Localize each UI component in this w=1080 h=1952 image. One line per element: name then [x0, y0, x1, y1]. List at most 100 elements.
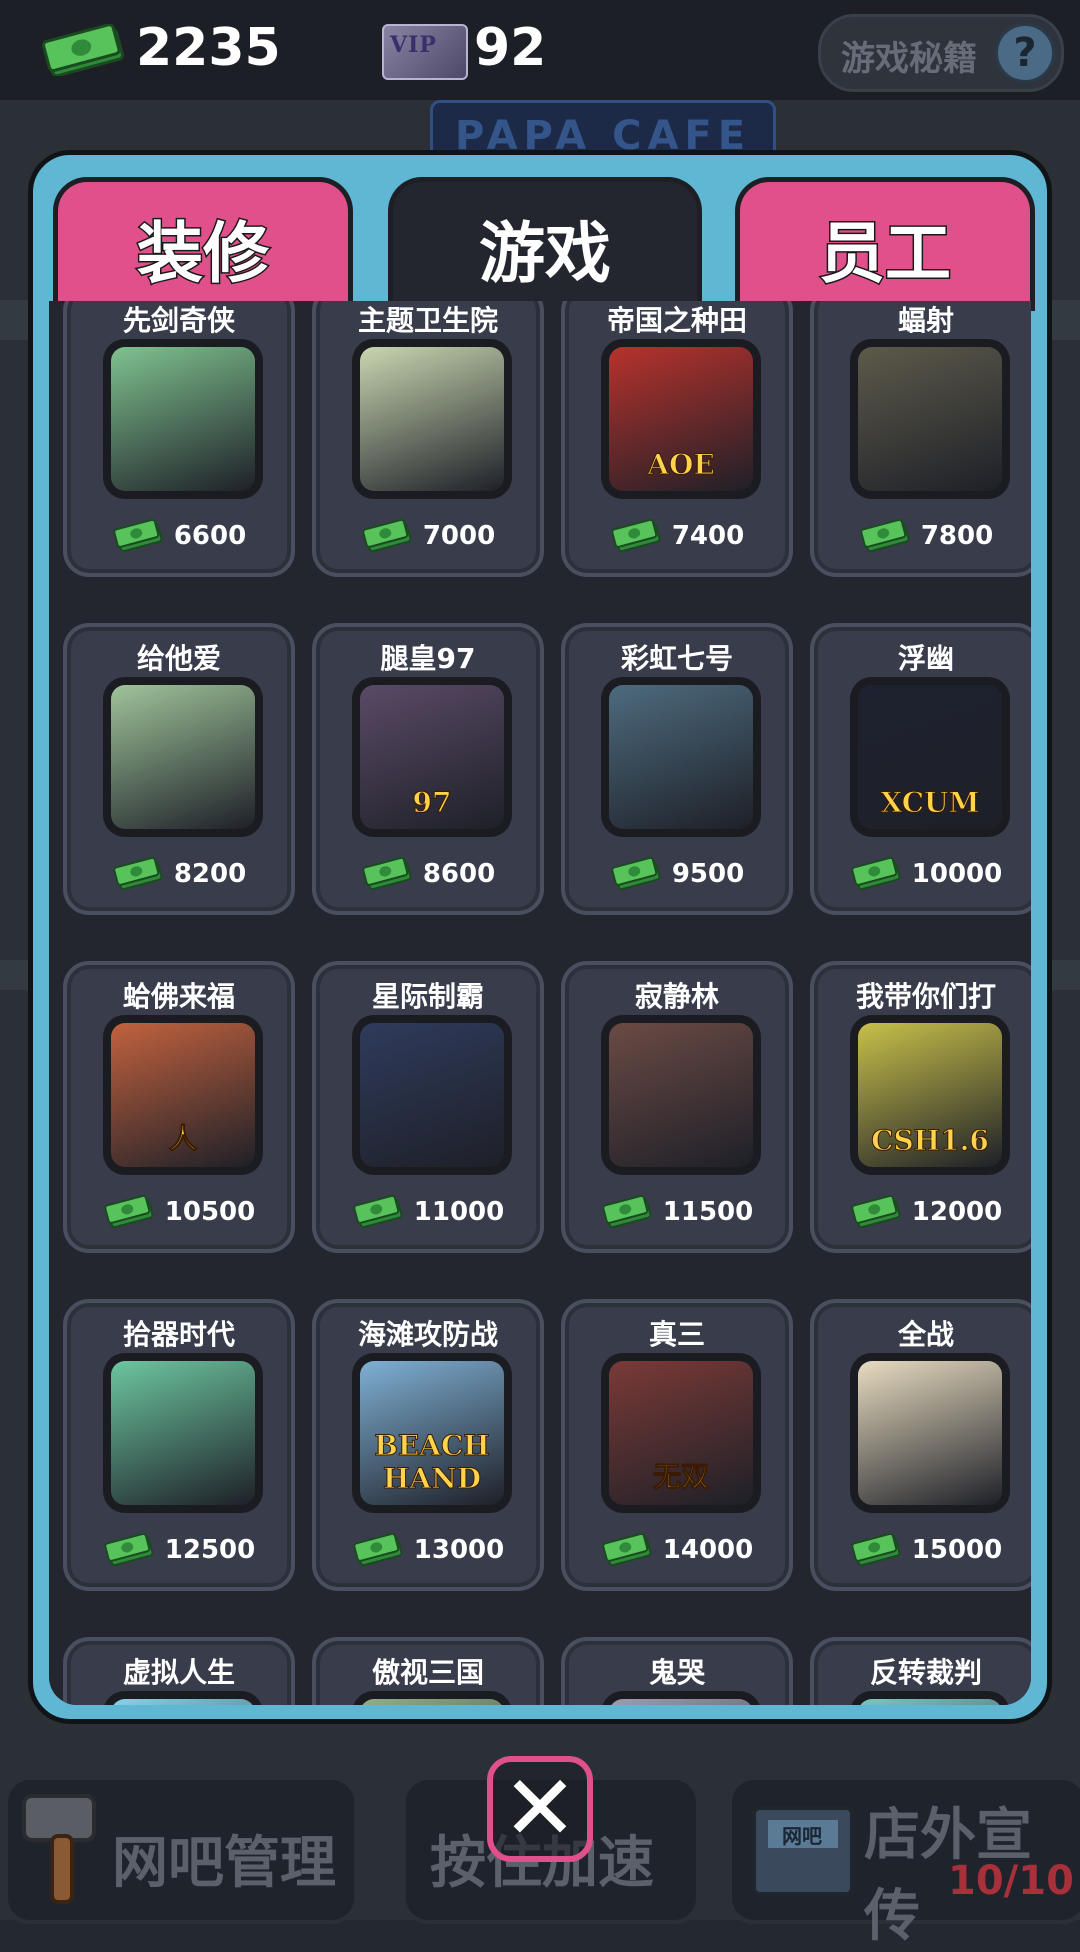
game-icon-frame	[352, 339, 512, 499]
beach-tank-icon: BEACH HAND	[360, 1361, 504, 1505]
game-card[interactable]: 星际制霸 11000	[312, 961, 544, 1253]
cash-balance: 2235	[136, 18, 281, 78]
game-card[interactable]: 帝国之种田 AOE 7400	[561, 301, 793, 577]
question-icon: ?	[995, 23, 1055, 83]
game-price: 10500	[67, 1194, 291, 1235]
game-icon-frame: BEACH HAND	[352, 1353, 512, 1513]
game-price: 8200	[67, 856, 291, 897]
game-card[interactable]: 虚拟人生	[63, 1637, 295, 1705]
game-icon-frame	[850, 339, 1010, 499]
game-card[interactable]: 给他爱 8200	[63, 623, 295, 915]
partial-icon	[360, 1699, 504, 1705]
game-title: 彩虹七号	[620, 642, 733, 675]
game-card[interactable]: 浮幽 XCUM 10000	[810, 623, 1031, 915]
game-title: 海滩攻防战	[357, 1318, 498, 1351]
game-title: 蝠射	[897, 304, 954, 337]
game-icon-frame: 97	[352, 677, 512, 837]
game-title: 鬼哭	[648, 1656, 705, 1689]
icon-art-text: 97	[412, 786, 452, 820]
game-price: 12500	[67, 1532, 291, 1573]
cash-icon	[112, 518, 164, 553]
game-icon-frame	[352, 1015, 512, 1175]
game-price-value: 11500	[662, 1197, 754, 1227]
icon-art-text: 无双	[652, 1460, 709, 1494]
partial-icon	[858, 1699, 1002, 1705]
game-card[interactable]: 傲视三国	[312, 1637, 544, 1705]
game-guide-label: 游戏秘籍	[841, 39, 977, 79]
game-card[interactable]: 反转裁判	[810, 1637, 1031, 1705]
game-card[interactable]: 真三 无双 14000	[561, 1299, 793, 1591]
vip-badge-text: VIP	[390, 32, 437, 58]
game-price: 10000	[814, 856, 1031, 897]
king-aoe-icon: AOE	[609, 347, 753, 491]
game-price: 11500	[565, 1194, 789, 1235]
partial-icon	[609, 1699, 753, 1705]
cash-icon	[850, 1532, 902, 1567]
game-card[interactable]: 我带你们打 CSH1.6 12000	[810, 961, 1031, 1253]
tab-label: 游戏	[479, 215, 611, 292]
game-card[interactable]: 主题卫生院 7000	[312, 301, 544, 577]
game-card[interactable]: 蛤佛来福人 10500	[63, 961, 295, 1253]
cash-icon	[352, 1532, 404, 1567]
cash-icon	[352, 1194, 404, 1229]
game-icon-frame	[352, 1691, 512, 1705]
icon-art-text: 人	[168, 1122, 197, 1156]
game-icon-frame	[601, 1015, 761, 1175]
game-card[interactable]: 腿皇97 97 8600	[312, 623, 544, 915]
game-card[interactable]: 寂静林 11500	[561, 961, 793, 1253]
girl-portrait-icon	[111, 347, 255, 491]
game-icon-frame: XCUM	[850, 677, 1010, 837]
close-button[interactable]: ✕	[487, 1756, 593, 1862]
caveman-girl-icon	[111, 1361, 255, 1505]
game-card[interactable]: 鬼哭	[561, 1637, 793, 1705]
cash-icon	[103, 1194, 155, 1229]
game-title: 蛤佛来福	[122, 980, 235, 1013]
screaming-cat-icon	[111, 685, 255, 829]
game-icon-frame	[601, 677, 761, 837]
game-price: 11000	[316, 1194, 540, 1235]
soldier-helmet-icon	[609, 685, 753, 829]
cafe-manage-label: 网吧管理	[112, 1831, 336, 1896]
fist-97-icon: 97	[360, 685, 504, 829]
vip-badge: VIP	[382, 24, 468, 80]
game-card[interactable]: 海滩攻防战 BEACH HAND 13000	[312, 1299, 544, 1591]
top-bar: 2235 VIP 92 游戏秘籍 ?	[0, 0, 1080, 100]
cash-icon	[859, 518, 911, 553]
close-icon: ✕	[502, 1756, 578, 1861]
game-grid[interactable]: 先剑奇侠 6600 主题卫生院 7000 帝国之种田 AOE 7400 蝠射 7800 给他爱 82…	[49, 301, 1031, 1705]
alien-xcum-icon: XCUM	[858, 685, 1002, 829]
cash-icon	[601, 1194, 653, 1229]
cash-icon	[601, 1532, 653, 1567]
promotion-count: 10/10	[948, 1858, 1074, 1904]
game-price-value: 13000	[413, 1535, 505, 1565]
game-title: 帝国之种田	[606, 304, 747, 337]
ren-symbol-icon: 人	[111, 1023, 255, 1167]
tab-decoration[interactable]: 装修	[53, 177, 353, 311]
game-icon-frame	[601, 1691, 761, 1705]
game-card[interactable]: 蝠射 7800	[810, 301, 1031, 577]
game-icon-frame: AOE	[601, 339, 761, 499]
game-card[interactable]: 拾器时代 12500	[63, 1299, 295, 1591]
game-card[interactable]: 彩虹七号 9500	[561, 623, 793, 915]
tab-games[interactable]: 游戏	[388, 177, 702, 311]
icon-art-text: BEACH HAND	[374, 1429, 490, 1496]
game-title: 主题卫生院	[357, 304, 498, 337]
game-price-value: 11000	[413, 1197, 505, 1227]
game-icon-frame	[850, 1353, 1010, 1513]
tab-label: 装修	[136, 214, 271, 294]
game-title: 全战	[897, 1318, 954, 1351]
game-icon-frame	[103, 339, 263, 499]
game-card[interactable]: 先剑奇侠 6600	[63, 301, 295, 577]
game-card[interactable]: 全战 15000	[810, 1299, 1031, 1591]
game-title: 真三	[648, 1318, 705, 1351]
game-title: 给他爱	[136, 642, 221, 675]
game-price: 12000	[814, 1194, 1031, 1235]
game-price-value: 7000	[422, 521, 496, 551]
cs-terrorist-icon: CSH1.6	[858, 1023, 1002, 1167]
game-price: 7400	[565, 518, 789, 559]
tab-staff[interactable]: 员工	[735, 177, 1035, 311]
game-guide-button[interactable]: 游戏秘籍 ?	[818, 14, 1064, 92]
game-price-value: 9500	[671, 859, 745, 889]
hammer-icon	[22, 1794, 96, 1904]
game-icon-frame	[103, 677, 263, 837]
